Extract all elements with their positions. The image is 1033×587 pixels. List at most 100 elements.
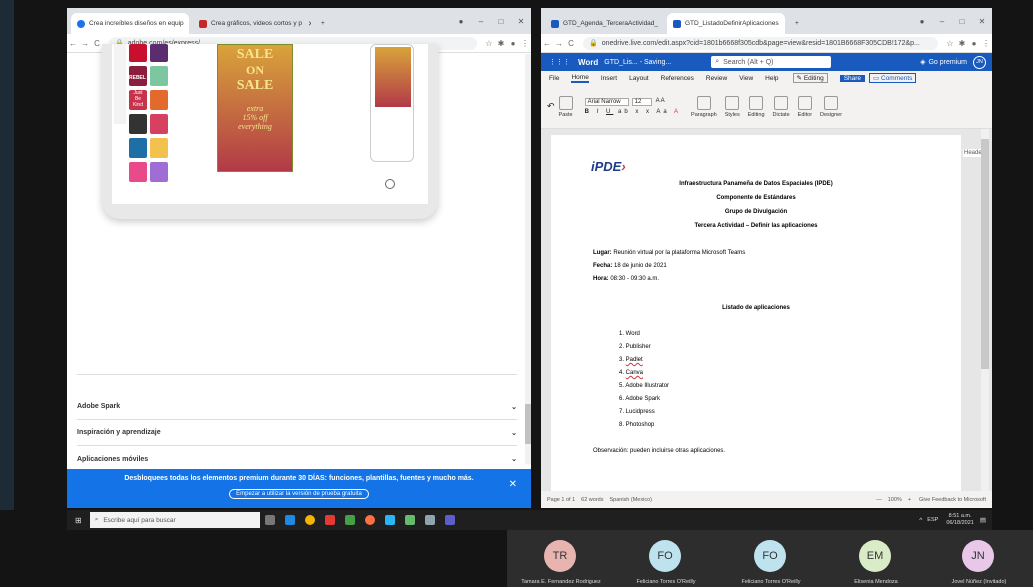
zoom-out-button[interactable]: —: [876, 497, 882, 503]
font-select[interactable]: Arial Narrow: [584, 98, 629, 106]
menu-references[interactable]: References: [661, 75, 694, 82]
account-icon[interactable]: ●: [507, 39, 519, 48]
search-box[interactable]: ⌕ Search (Alt + Q): [711, 56, 832, 68]
editing-button[interactable]: Editing: [748, 95, 765, 118]
size-select[interactable]: 12: [631, 98, 652, 106]
close-tab-icon[interactable]: ✕: [308, 20, 311, 28]
extensions-icon[interactable]: ✱: [495, 39, 507, 48]
right-tab-2[interactable]: GTD_ListadoDefinirAplicaciones✕: [667, 13, 785, 34]
taskbar-app-icon[interactable]: [284, 515, 295, 525]
new-tab-button[interactable]: +: [789, 13, 805, 34]
app-list-item: 4. Canva: [619, 370, 644, 376]
share-button[interactable]: Share: [839, 74, 866, 82]
format-buttons[interactable]: B I U ab x x Aa A: [585, 109, 681, 115]
taskbar-search[interactable]: ⌕ Escribe aquí para buscar: [89, 512, 260, 528]
scrollbar[interactable]: [525, 54, 531, 464]
menu-home[interactable]: Home: [571, 74, 589, 83]
accordion-inspiration[interactable]: Inspiración y aprendizaje ⌄: [77, 420, 517, 446]
left-tab-2[interactable]: Crea gráficos, videos cortos y p ✕: [193, 13, 311, 34]
template-thumb: [150, 66, 168, 86]
avatar[interactable]: JN: [973, 55, 986, 69]
comments-button[interactable]: ▭ Comments: [869, 73, 917, 83]
undo-icon[interactable]: ↶: [547, 101, 555, 112]
grow-font-icon[interactable]: A A: [656, 98, 665, 106]
right-tab-1[interactable]: GTD_Agenda_TerceraActividad_✕: [545, 13, 663, 34]
account-icon[interactable]: ●: [968, 39, 980, 48]
participant-tile[interactable]: JN Jovel Núñez (Invitado): [925, 530, 1033, 587]
back-icon[interactable]: ←: [67, 39, 79, 48]
go-premium-link[interactable]: Go premium: [928, 59, 967, 66]
close-window-icon[interactable]: ✕: [511, 17, 531, 26]
star-icon[interactable]: ☆: [483, 39, 495, 48]
designer-button[interactable]: Designer: [820, 95, 842, 118]
star-icon[interactable]: ☆: [944, 39, 956, 48]
settings-circle-icon[interactable]: [385, 179, 395, 189]
teams-icon[interactable]: [444, 515, 455, 525]
feedback-link[interactable]: Give Feedback to Microsoft: [919, 497, 986, 503]
search-icon: ⌕: [94, 516, 99, 523]
avatar: JN: [962, 540, 994, 572]
menu-file[interactable]: File: [549, 75, 559, 82]
profile-icon[interactable]: ●: [912, 17, 932, 26]
participant-tile[interactable]: FO Feliciano Torres O'Reilly: [717, 530, 825, 587]
menu-view[interactable]: View: [739, 75, 753, 82]
styles-icon: [725, 95, 740, 110]
menu-icon[interactable]: ⋮: [519, 39, 531, 48]
tray-arrow-icon[interactable]: ^: [919, 517, 922, 524]
paragraph-icon: [696, 95, 711, 110]
minimize-icon[interactable]: –: [932, 17, 952, 26]
participant-tile[interactable]: TR Tamara E. Fernandez Rodriguez: [507, 530, 615, 587]
close-window-icon[interactable]: ✕: [972, 17, 992, 26]
accordion-adobe-spark[interactable]: Adobe Spark ⌄: [77, 394, 517, 420]
paragraph-button[interactable]: Paragraph: [691, 95, 717, 118]
menu-icon[interactable]: ⋮: [980, 39, 992, 48]
dictate-button[interactable]: Dictate: [773, 95, 790, 118]
firefox-icon[interactable]: [364, 515, 375, 525]
sale-poster: SALE ON SALE extra 15% off everything: [217, 44, 293, 172]
app-launcher-icon[interactable]: ⋮⋮⋮: [549, 58, 570, 66]
right-browser-window: GTD_Agenda_TerceraActividad_✕ GTD_Listad…: [541, 8, 992, 508]
trial-banner: Desbloquees todas los elementos premium …: [67, 469, 531, 508]
menu-insert[interactable]: Insert: [601, 75, 617, 82]
document-scrollbar[interactable]: [981, 129, 989, 491]
forward-icon[interactable]: →: [79, 39, 91, 48]
app-list-item: 5. Adobe Illustrator: [619, 383, 670, 389]
chrome-icon[interactable]: [304, 515, 315, 525]
close-banner-icon[interactable]: ✕: [509, 479, 517, 490]
minimize-icon[interactable]: –: [471, 17, 491, 26]
taskbar-app-icon[interactable]: [344, 515, 355, 525]
forward-icon[interactable]: →: [553, 39, 565, 48]
maximize-icon[interactable]: □: [491, 17, 511, 26]
editor-button[interactable]: Editor: [798, 95, 812, 118]
url-field[interactable]: 🔒 onedrive.live.com/edit.aspx?cid=1801b66…: [583, 36, 938, 50]
taskbar-app-icon[interactable]: [324, 515, 335, 525]
task-view-icon[interactable]: [264, 515, 275, 525]
extensions-icon[interactable]: ✱: [956, 39, 968, 48]
left-tab-1[interactable]: Crea increíbles diseños en equip✕: [71, 13, 189, 34]
taskbar-app-icon[interactable]: [424, 515, 435, 525]
new-tab-button[interactable]: +: [315, 13, 331, 34]
maximize-icon[interactable]: □: [952, 17, 972, 26]
paste-button[interactable]: Paste: [559, 95, 573, 118]
menu-layout[interactable]: Layout: [629, 75, 649, 82]
styles-button[interactable]: Styles: [725, 95, 740, 118]
reload-icon[interactable]: C: [565, 39, 577, 48]
chevron-down-icon: ⌄: [511, 456, 517, 463]
menu-help[interactable]: Help: [765, 75, 778, 82]
template-thumb: [129, 162, 147, 182]
back-icon[interactable]: ←: [541, 39, 553, 48]
word-ribbon: ↶ Paste Arial Narrow 12 A A B I U ab x x…: [541, 85, 992, 129]
notification-icon[interactable]: ▤: [980, 516, 986, 524]
menu-review[interactable]: Review: [706, 75, 727, 82]
taskbar-app-icon[interactable]: [404, 515, 415, 525]
profile-icon[interactable]: ●: [451, 17, 471, 26]
trial-button[interactable]: Empezar a utilizar la versión de prueba …: [229, 489, 369, 499]
document-page[interactable]: iPDE› Infraestructura Panameña de Datos …: [551, 135, 961, 491]
taskbar-app-icon[interactable]: [384, 515, 395, 525]
windows-start-icon[interactable]: ⊞: [75, 516, 82, 525]
participant-tile[interactable]: EM Elisenia Mendoza: [822, 530, 930, 587]
zoom-in-button[interactable]: +: [908, 497, 911, 503]
participant-tile[interactable]: FO Feliciano Torres O'Reilly: [612, 530, 720, 587]
editing-mode[interactable]: ✎ Editing: [792, 73, 828, 83]
clock[interactable]: 8:51 a.m. 06/18/2021: [946, 513, 974, 527]
